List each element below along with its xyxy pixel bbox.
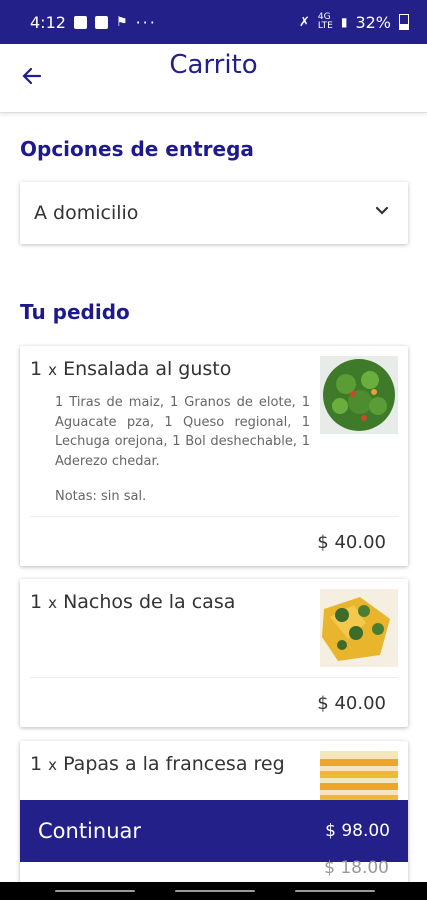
network-icon: 4G LTE [317, 12, 333, 31]
gallery-icon [73, 15, 87, 29]
item-description: 1 Tiras de maiz, 1 Granos de elote, 1 Ag… [55, 395, 310, 469]
delivery-options-heading: Opciones de entrega [20, 137, 254, 161]
item-notes: Notas: sin sal. [55, 489, 147, 504]
order-item-card[interactable]: 1 x Ensalada al gusto 1 Tiras de maiz, 1… [20, 346, 408, 566]
item-title: 1 x Nachos de la casa [30, 591, 235, 613]
item-price: $ 40.00 [317, 693, 386, 714]
item-quantity-x: x [48, 756, 58, 774]
item-title: 1 x Papas a la francesa reg [30, 753, 285, 775]
item-name: Nachos de la casa [63, 591, 236, 613]
app-bar: Carrito [0, 44, 427, 113]
back-button[interactable] [295, 890, 375, 892]
clock: 4:12 [30, 12, 66, 32]
delivery-select[interactable]: A domicilio [20, 182, 408, 244]
item-quantity: 1 [30, 591, 43, 613]
item-quantity-x: x [48, 361, 58, 379]
status-bar: 4:12 ⚑ ··· ✗ 4G LTE ▮ 32% [0, 0, 427, 44]
message-icon [94, 15, 108, 29]
more-notifications-icon: ··· [135, 12, 157, 32]
battery-level: 32% [355, 12, 391, 32]
item-divider [30, 677, 398, 678]
notification-icon: ⚑ [115, 14, 128, 30]
chevron-down-icon [375, 206, 389, 215]
order-item-card[interactable]: 1 x Nachos de la casa $ 40.00 [20, 579, 408, 727]
continue-label: Continuar [38, 819, 142, 843]
recent-apps-button[interactable] [55, 890, 135, 892]
system-navigation-bar [0, 882, 427, 900]
continue-button[interactable]: Continuar $ 98.00 [20, 800, 408, 862]
item-name: Ensalada al gusto [63, 358, 232, 380]
home-button[interactable] [175, 890, 255, 892]
nachos-image [320, 589, 398, 667]
salad-image [320, 356, 398, 434]
item-divider [30, 516, 398, 517]
item-quantity: 1 [30, 358, 43, 380]
page-title: Carrito [169, 50, 258, 80]
signal-icon: ▮ [340, 15, 348, 29]
item-price: $ 18.00 [324, 858, 389, 878]
item-name: Papas a la francesa reg [63, 753, 285, 775]
item-quantity-x: x [48, 594, 58, 612]
item-price: $ 40.00 [317, 532, 386, 553]
battery-icon [399, 14, 409, 30]
delivery-select-value: A domicilio [34, 202, 139, 224]
order-heading: Tu pedido [20, 300, 130, 324]
item-quantity: 1 [30, 753, 43, 775]
mute-icon: ✗ [298, 14, 310, 30]
item-title: 1 x Ensalada al gusto [30, 358, 231, 380]
cart-total: $ 98.00 [325, 821, 390, 841]
